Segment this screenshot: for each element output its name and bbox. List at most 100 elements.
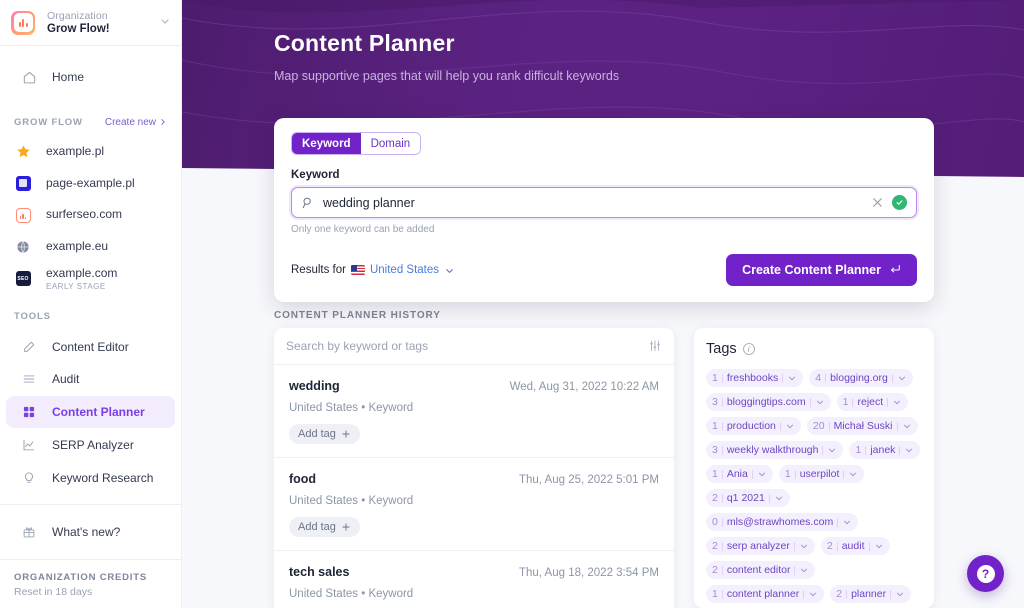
info-icon[interactable]: i — [742, 343, 755, 355]
tag-chip[interactable]: 1 janek — [849, 441, 921, 459]
chevron-down-icon[interactable] — [904, 445, 917, 455]
mode-toggle[interactable]: Keyword Domain — [291, 132, 422, 155]
sidebar-item-serp-analyzer[interactable]: SERP Analyzer — [6, 428, 175, 461]
tag-count: 1 — [842, 396, 849, 408]
sidebar-item-content-editor[interactable]: Content Editor — [6, 330, 175, 363]
divider — [822, 445, 824, 455]
divider — [794, 565, 796, 575]
sidebar-item-content-planner[interactable]: Content Planner — [6, 395, 175, 429]
tag-label: weekly walkthrough — [726, 444, 819, 456]
divider — [721, 589, 723, 599]
sidebar-item-keyword-research[interactable]: Keyword Research — [6, 461, 175, 494]
chevron-down-icon[interactable] — [895, 589, 908, 599]
tag-chip[interactable]: 2 serp analyzer — [706, 537, 815, 555]
sidebar-site-example-eu[interactable]: example.eu — [0, 231, 181, 263]
chevron-down-icon[interactable] — [897, 373, 910, 383]
divider — [891, 373, 893, 383]
chevron-down-icon[interactable] — [757, 469, 770, 479]
chevron-down-icon[interactable] — [874, 541, 887, 551]
tag-chip[interactable]: 3 weekly walkthrough — [706, 441, 844, 459]
tag-chip[interactable]: 1 Ania — [706, 465, 773, 483]
tag-chip[interactable]: 1 reject — [836, 393, 909, 411]
divider — [852, 397, 854, 407]
chevron-down-icon[interactable] — [444, 265, 455, 276]
chevron-down-icon[interactable] — [892, 397, 905, 407]
history-search-input[interactable] — [286, 339, 648, 353]
history-meta: United States • Keyword — [289, 588, 414, 600]
organization-name: Grow Flow! — [47, 22, 110, 35]
tag-chip[interactable]: 1 production — [706, 417, 801, 435]
chevron-down-icon[interactable] — [774, 493, 787, 503]
chevron-down-icon[interactable] — [848, 469, 861, 479]
keyword-field-label: Keyword — [291, 169, 340, 181]
create-new-button[interactable]: Create new — [105, 117, 167, 128]
tag-chip[interactable]: 2 q1 2021 — [706, 489, 790, 507]
chevron-down-icon[interactable] — [827, 445, 840, 455]
sliders-icon[interactable] — [648, 339, 662, 353]
history-search-row[interactable] — [274, 328, 674, 365]
table-row[interactable]: food Thu, Aug 25, 2022 5:01 PM United St… — [274, 458, 674, 551]
tag-label: q1 2021 — [726, 492, 765, 504]
divider — [794, 469, 796, 479]
globe-icon — [14, 238, 32, 256]
tag-chip[interactable]: 0 mls@strawhomes.com — [706, 513, 859, 531]
magnifier-icon — [301, 196, 315, 210]
tag-chip[interactable]: 2 content editor — [706, 561, 816, 579]
plus-icon — [341, 429, 351, 439]
history-row-top: tech sales Thu, Aug 18, 2022 3:54 PM — [289, 565, 659, 579]
content-planner-search-card: Keyword Domain Keyword Only one keyword … — [274, 118, 934, 302]
tag-chip[interactable]: 3 bloggingtips.com — [706, 393, 831, 411]
results-for-row: Results for United States — [291, 264, 455, 276]
results-for-label: Results for — [291, 264, 346, 276]
table-row[interactable]: wedding Wed, Aug 31, 2022 10:22 AM Unite… — [274, 365, 674, 458]
tag-count: 1 — [784, 468, 791, 480]
tag-chip[interactable]: 20 Michał Suski — [806, 417, 918, 435]
sidebar-item-label: SERP Analyzer — [52, 437, 134, 452]
tab-domain[interactable]: Domain — [360, 133, 421, 154]
tag-chip[interactable]: 2 audit — [820, 537, 890, 555]
chevron-down-icon[interactable] — [902, 421, 915, 431]
keyword-input-wrapper[interactable] — [291, 187, 917, 218]
star-icon — [14, 143, 32, 161]
chevron-down-icon[interactable] — [787, 373, 800, 383]
sidebar-item-home[interactable]: Home — [6, 60, 175, 94]
keyword-input[interactable] — [323, 195, 863, 210]
sidebar-site-label: page-example.pl — [46, 175, 135, 190]
chevron-down-icon[interactable] — [785, 421, 798, 431]
sidebar-item-audit[interactable]: Audit — [6, 363, 175, 396]
tab-keyword[interactable]: Keyword — [292, 133, 361, 154]
tag-chip[interactable]: 1 userpilot — [778, 465, 865, 483]
table-row[interactable]: tech sales Thu, Aug 18, 2022 3:54 PM Uni… — [274, 551, 674, 608]
history-keyword: food — [289, 472, 317, 486]
organization-switcher[interactable]: Organization Grow Flow! — [0, 0, 181, 47]
sidebar-site-page-example-pl[interactable]: page-example.pl — [0, 168, 181, 200]
tag-count: 1 — [712, 420, 718, 432]
tag-chip[interactable]: 1 freshbooks — [706, 369, 804, 387]
chevron-down-icon[interactable] — [815, 397, 828, 407]
grow-flow-section-header: GROW FLOW Create new — [0, 114, 181, 129]
country-selector[interactable]: United States — [370, 264, 439, 276]
help-button[interactable]: ? — [967, 555, 1004, 592]
content-planner-history-panel: wedding Wed, Aug 31, 2022 10:22 AM Unite… — [274, 328, 674, 608]
tag-chip[interactable]: 1 content planner — [706, 585, 825, 603]
credits-title: ORGANIZATION CREDITS — [14, 572, 147, 583]
chevron-down-icon[interactable] — [842, 517, 855, 527]
tag-chip[interactable]: 4 blogging.org — [809, 369, 913, 387]
create-content-planner-button[interactable]: Create Content Planner — [726, 254, 917, 286]
create-new-label: Create new — [104, 116, 156, 128]
close-icon[interactable] — [871, 196, 884, 209]
chevron-down-icon[interactable] — [799, 541, 812, 551]
add-tag-button[interactable]: Add tag — [289, 424, 360, 444]
chevron-down-icon[interactable] — [799, 565, 812, 575]
divider — [721, 421, 723, 431]
tag-count: 0 — [712, 516, 718, 528]
add-tag-button[interactable]: Add tag — [289, 517, 360, 537]
tag-label: content editor — [726, 564, 791, 576]
sidebar-site-example-com[interactable]: SEO example.com EARLY STAGE — [0, 263, 181, 295]
tag-chip[interactable]: 2 planner — [830, 585, 912, 603]
sidebar-site-example-pl[interactable]: example.pl — [0, 136, 181, 168]
sidebar-site-block: example.com EARLY STAGE — [46, 266, 117, 291]
sidebar-site-surferseo-com[interactable]: surferseo.com — [0, 199, 181, 231]
sidebar-item-whats-new[interactable]: What's new? — [6, 515, 175, 549]
chevron-down-icon[interactable] — [808, 589, 821, 599]
